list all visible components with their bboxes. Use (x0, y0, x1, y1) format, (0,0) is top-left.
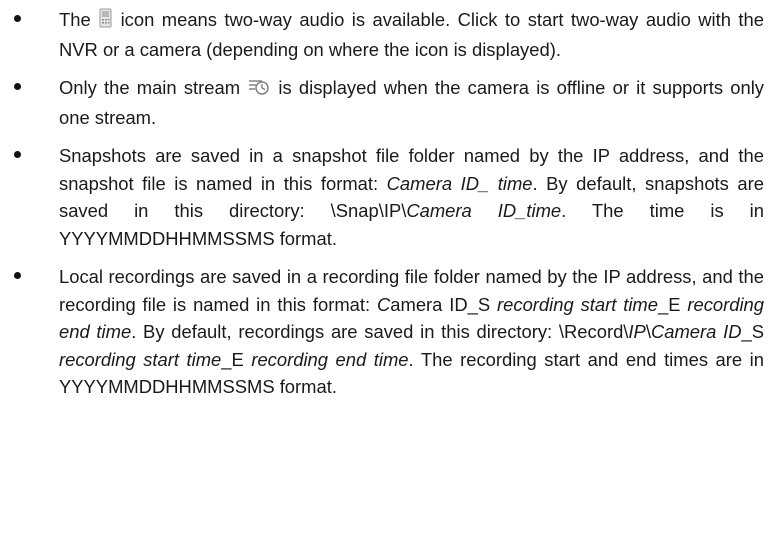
text-segment: icon means two-way audio is available. C… (59, 9, 764, 60)
notes-bullet-list: The icon means two-way audio is availabl… (0, 0, 780, 401)
bullet-marker (14, 15, 21, 22)
document-page: The icon means two-way audio is availabl… (0, 0, 780, 540)
bullet-item-two-way-audio: The icon means two-way audio is availabl… (0, 6, 764, 63)
bullet-item-snapshots: Snapshots are saved in a snapshot file f… (0, 142, 764, 252)
main-stream-icon (248, 76, 270, 104)
text-segment: _E (221, 348, 252, 370)
italic-segment: recording end time (251, 348, 409, 370)
bullet-text: Only the main stream is displayed when t… (59, 74, 764, 131)
two-way-audio-icon (99, 8, 112, 36)
italic-segment: Camera ID (650, 321, 742, 342)
text-segment: _S (741, 321, 765, 342)
bullet-text: The icon means two-way audio is availabl… (59, 6, 764, 63)
bullet-text: Snapshots are saved in a snapshot file f… (59, 142, 764, 252)
bullet-item-local-recordings: Local recordings are saved in a recordin… (0, 263, 764, 401)
text-segment: _E (657, 293, 688, 315)
text-segment: The (59, 9, 99, 30)
text-segment: amera ID_S (390, 293, 498, 315)
italic-segment: Camera ID_ time (386, 172, 533, 194)
italic-segment: Camera ID_time (406, 200, 562, 221)
text-segment: Only the main stream (59, 77, 248, 98)
italic-segment: recording start time (59, 348, 222, 370)
bullet-marker (14, 83, 21, 90)
italic-segment: recording start time (497, 293, 658, 315)
text-segment: . By default, recordings are saved in th… (131, 321, 629, 342)
bullet-item-main-stream: Only the main stream is displayed when t… (0, 74, 764, 131)
bullet-marker (14, 272, 21, 279)
bullet-text: Local recordings are saved in a recordin… (59, 263, 764, 401)
bullet-marker (14, 151, 21, 158)
italic-segment: C (376, 293, 391, 315)
italic-segment: IP (628, 321, 646, 342)
